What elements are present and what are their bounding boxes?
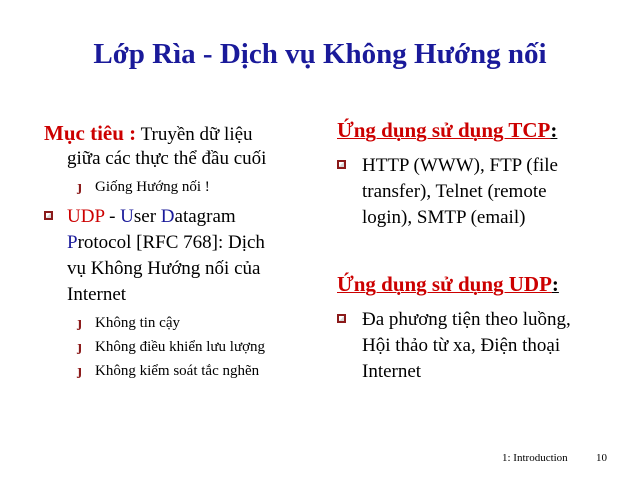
tcp-line-3: login), SMTP (email): [362, 207, 526, 228]
square-bullet-icon: [337, 160, 346, 169]
udp-acronym: UDP: [67, 206, 105, 227]
udp-sub-item-1: ȷ Không tin cậy: [77, 312, 317, 334]
goal-line-2: giữa các thực thể đầu cuối: [67, 148, 267, 169]
footer-chapter: 1: Introduction: [502, 452, 568, 464]
udp-sub-item-2: ȷ Không điều khiển lưu lượng: [77, 336, 317, 358]
goal-sub-item: ȷ Giống Hướng nối !: [77, 176, 297, 198]
udp-app-line-3: Internet: [362, 361, 422, 382]
square-bullet-icon: [44, 211, 53, 220]
udp-line-4: Internet: [67, 284, 127, 305]
udp-line-1: UDP - User Datagram: [67, 206, 236, 227]
udp-heading: Ứng dụng sử dụng UDP:: [337, 272, 559, 296]
udp-app-line-1: Đa phương tiện theo luồng,: [362, 309, 571, 330]
goal-line-1: Mục tiêu : Truyền dữ liệu: [44, 120, 253, 148]
tcp-heading: Ứng dụng sử dụng TCP:: [337, 118, 558, 142]
udp-line-3: vụ Không Hướng nối của: [67, 258, 261, 279]
tcp-bullet-block: HTTP (WWW), FTP (file transfer), Telnet …: [337, 153, 617, 233]
circle-bullet-icon: ȷ: [77, 315, 82, 331]
circle-bullet-icon: ȷ: [77, 363, 82, 379]
tcp-line-1: HTTP (WWW), FTP (file: [362, 155, 558, 176]
udp-app-bullet-block: Đa phương tiện theo luồng, Hội thảo từ x…: [337, 307, 627, 387]
udp-app-line-2: Hội thảo từ xa, Điện thoại: [362, 335, 561, 356]
goal-label: Mục tiêu :: [44, 121, 137, 145]
tcp-line-2: transfer), Telnet (remote: [362, 181, 547, 202]
circle-bullet-icon: ȷ: [77, 179, 82, 195]
udp-bullet-block: UDP - User Datagram Protocol [RFC 768]: …: [44, 204, 304, 314]
goal-sub-text: Giống Hướng nối !: [95, 179, 210, 195]
slide-title: Lớp Rìa - Dịch vụ Không Hướng nối: [93, 38, 547, 70]
udp-line-2: Protocol [RFC 768]: Dịch: [67, 232, 265, 253]
circle-bullet-icon: ȷ: [77, 339, 82, 355]
footer-page-number: 10: [596, 452, 607, 464]
square-bullet-icon: [337, 314, 346, 323]
goal-text-1: Truyền dữ liệu: [136, 124, 253, 145]
udp-sub-item-3: ȷ Không kiểm soát tắc nghẽn: [77, 360, 317, 382]
